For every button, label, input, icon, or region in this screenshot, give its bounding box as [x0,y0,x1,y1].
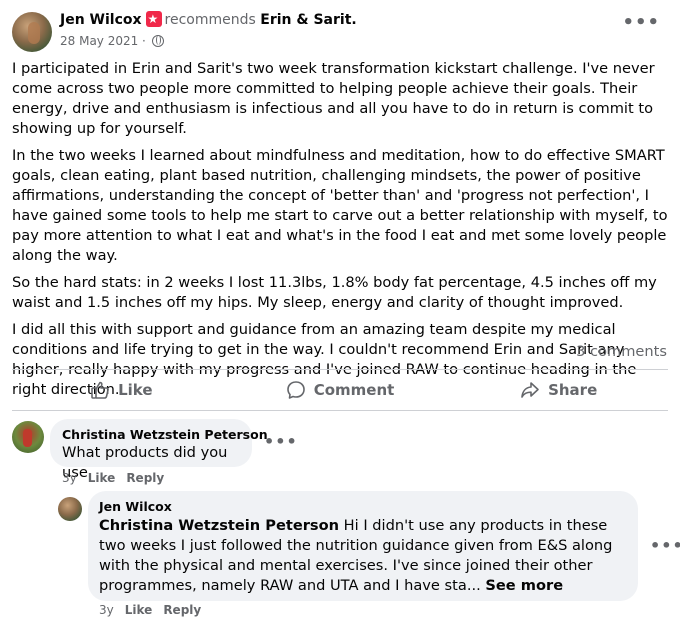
reply-bubble: Jen Wilcox Christina Wetzstein Peterson … [88,491,638,601]
reply-options-icon[interactable]: ••• [650,538,680,554]
post-paragraph: In the two weeks I learned about mindful… [12,147,668,264]
post-header: Jen Wilcox recommends Erin & Sarit. [60,10,357,30]
post-meta: 28 May 2021 · [60,33,164,49]
post-date[interactable]: 28 May 2021 · [60,34,146,48]
post-paragraph: I participated in Erin and Sarit's two w… [12,60,655,137]
comment-reply-link[interactable]: Reply [126,471,164,485]
comment-meta: 3y Like Reply [62,471,175,485]
recommends-verb: recommends [164,12,256,28]
reply-age[interactable]: 3y [99,603,114,617]
like-button[interactable]: Like [12,370,231,410]
action-bar: Like Comment Share [12,370,668,410]
see-more-link[interactable]: See more [485,577,563,594]
speech-bubble-icon [286,381,305,399]
post-paragraph: So the hard stats: in 2 weeks I lost 11.… [12,274,657,311]
share-label: Share [548,381,598,399]
comment-button[interactable]: Comment [231,370,450,410]
comment-like-link[interactable]: Like [88,471,116,485]
author-name[interactable]: Jen Wilcox [60,12,142,28]
commenter-avatar[interactable] [12,421,44,453]
post-card: Jen Wilcox recommends Erin & Sarit. 28 Ma… [0,0,680,622]
reply-like-link[interactable]: Like [125,603,153,617]
author-avatar[interactable] [12,12,52,52]
comment-age[interactable]: 3y [62,471,77,485]
recommendation-icon [145,10,162,29]
recommended-page-link[interactable]: Erin & Sarit. [260,12,356,28]
share-arrow-icon [521,382,539,398]
globe-icon [151,35,164,47]
comment-label: Comment [313,381,395,399]
comments-count[interactable]: 3 comments [576,343,667,360]
post-body: I participated in Erin and Sarit's two w… [12,59,668,407]
comment-options-icon[interactable]: ••• [264,434,298,450]
thumbs-up-icon [91,381,109,399]
reply-text: Christina Wetzstein Peterson Hi I didn't… [99,516,626,596]
replier-avatar[interactable] [58,497,82,521]
commenter-name[interactable]: Christina Wetzstein Peterson [62,427,268,443]
replier-name[interactable]: Jen Wilcox [99,499,626,515]
like-label: Like [118,381,153,399]
reply-reply-link[interactable]: Reply [163,603,201,617]
divider [12,410,668,411]
mention-link[interactable]: Christina Wetzstein Peterson [99,517,339,534]
share-button[interactable]: Share [449,370,668,410]
comment-bubble: Christina Wetzstein Peterson What produc… [50,419,268,481]
reply-meta: 3y Like Reply [99,603,212,617]
more-options-icon[interactable]: ••• [622,14,660,32]
